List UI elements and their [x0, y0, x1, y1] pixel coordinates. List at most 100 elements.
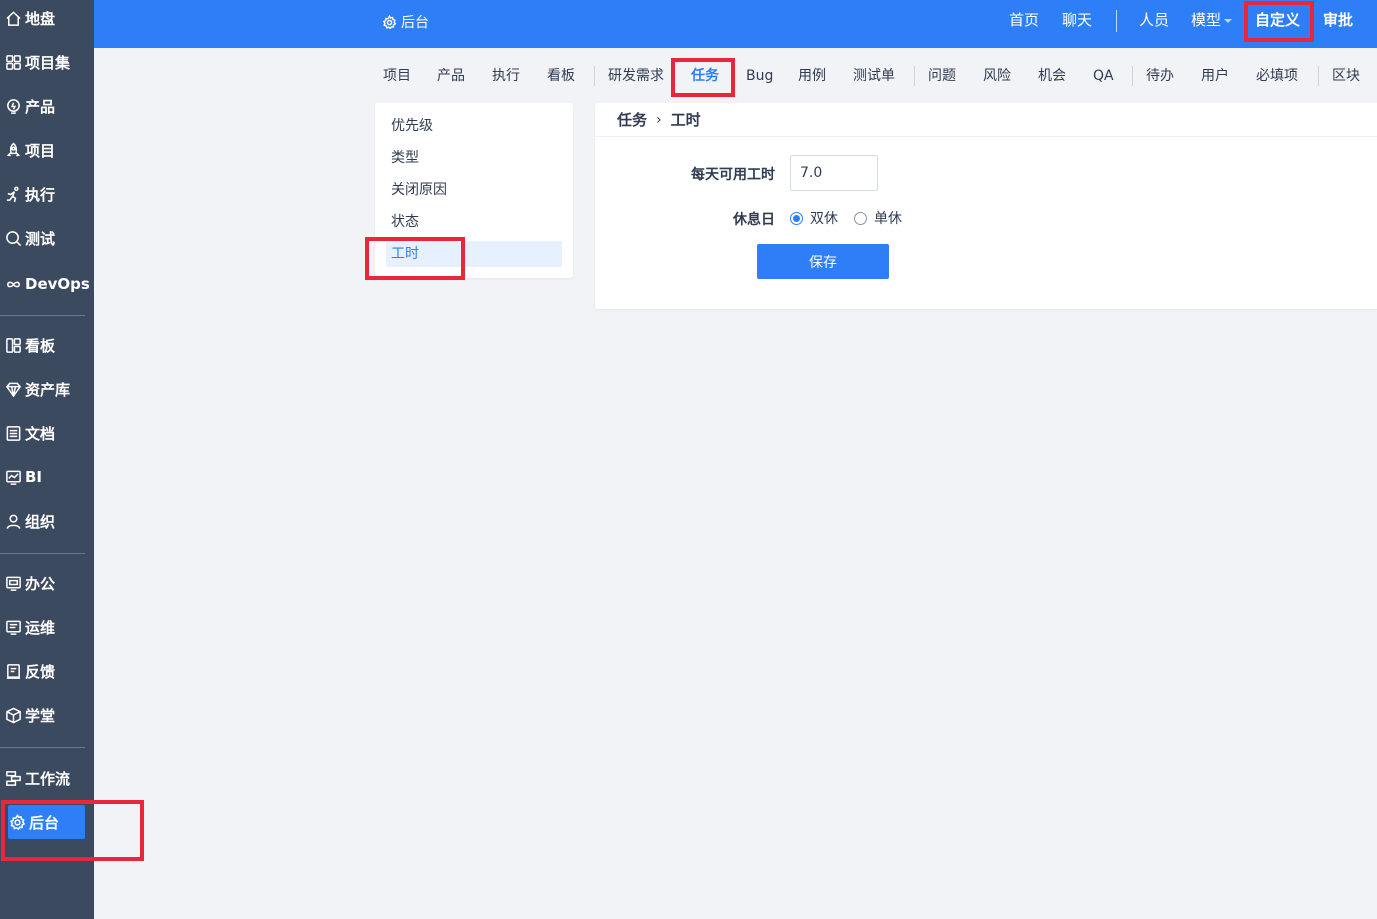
subnav-divider — [594, 66, 595, 86]
admin-breadcrumb-label: 后台 — [401, 15, 429, 31]
topnav-model[interactable]: 模型 — [1191, 0, 1233, 40]
subnav-story[interactable]: 研发需求 — [608, 60, 664, 92]
subnav-divider — [1132, 66, 1133, 86]
workflow-icon — [4, 769, 22, 787]
sidebar-item-label: 项目集 — [25, 53, 71, 72]
admin-breadcrumb[interactable]: 后台 — [382, 12, 429, 32]
sidebar-item-admin[interactable]: 后台 — [8, 805, 85, 839]
kanban-icon — [4, 336, 22, 354]
hours-per-day-input[interactable] — [790, 155, 878, 191]
topnav-home[interactable]: 首页 — [1009, 0, 1039, 40]
breadcrumb-current: 工时 — [670, 111, 701, 129]
radio-unchecked-icon — [854, 211, 867, 225]
sidebar-item-label: 项目 — [25, 141, 56, 160]
sidebar-item-label: 工作流 — [25, 769, 71, 788]
save-button[interactable]: 保存 — [757, 244, 889, 279]
subnav-issue[interactable]: 问题 — [928, 60, 956, 92]
topnav-chat[interactable]: 聊天 — [1062, 0, 1092, 40]
hours-settings-panel: 任务 › 工时 每天可用工时 休息日 双休 单休 保存 — [595, 103, 1377, 309]
subnav-risk[interactable]: 风险 — [983, 60, 1011, 92]
subnav-kanban[interactable]: 看板 — [547, 60, 575, 92]
sidebar-item-product[interactable]: 产品 — [0, 88, 94, 124]
sidebar-item-label: 测试 — [25, 229, 56, 248]
sidebar-item-office[interactable]: 办公 — [0, 565, 94, 601]
sidebar-item-org[interactable]: 组织 — [0, 503, 94, 539]
subnav-block[interactable]: 区块 — [1332, 60, 1360, 92]
sidebar-item-label: 地盘 — [25, 9, 56, 28]
menu-item-close-reason[interactable]: 关闭原因 — [386, 177, 562, 203]
subnav-todo[interactable]: 待办 — [1146, 60, 1174, 92]
sidebar-item-doc[interactable]: 文档 — [0, 415, 94, 451]
menu-item-type[interactable]: 类型 — [386, 145, 562, 171]
breadcrumb-parent: 任务 — [617, 111, 648, 129]
sidebar-item-assetlib[interactable]: 资产库 — [0, 371, 94, 407]
sidebar-item-program[interactable]: 项目集 — [0, 44, 94, 80]
running-icon — [4, 185, 22, 203]
breadcrumb-separator: › — [656, 111, 662, 128]
subnav-bug[interactable]: Bug — [746, 60, 773, 92]
bulb-icon — [4, 97, 22, 115]
sidebar-item-bi[interactable]: BI — [0, 459, 94, 495]
sidebar-item-label: 运维 — [25, 618, 56, 637]
sidebar-item-label: 学堂 — [25, 706, 56, 725]
subnav-project[interactable]: 项目 — [383, 60, 411, 92]
rest-day-option-label: 双休 — [810, 211, 838, 227]
top-bar: 后台 首页 聊天 人员 模型 自定义 审批 — [94, 0, 1377, 48]
gear-icon — [382, 14, 397, 29]
topnav-custom[interactable]: 自定义 — [1255, 0, 1300, 40]
topnav-approval[interactable]: 审批 — [1323, 0, 1353, 40]
sidebar-item-academy[interactable]: 学堂 — [0, 697, 94, 733]
topnav-people[interactable]: 人员 — [1139, 0, 1169, 40]
chevron-down-icon — [1224, 18, 1233, 23]
sidebar-item-workflow[interactable]: 工作流 — [0, 760, 94, 796]
user-icon — [4, 512, 22, 530]
subnav-task[interactable]: 任务 — [691, 60, 719, 92]
sidebar-item-project[interactable]: 项目 — [0, 132, 94, 168]
sidebar-item-label: BI — [25, 468, 43, 486]
infinity-icon — [4, 275, 22, 293]
sidebar-item-label: 组织 — [25, 512, 56, 531]
subnav-required[interactable]: 必填项 — [1256, 60, 1298, 92]
sidebar-item-label: 产品 — [25, 97, 56, 116]
ops-monitor-icon — [4, 618, 22, 636]
subnav-product[interactable]: 产品 — [437, 60, 465, 92]
sidebar-item-label: 看板 — [25, 336, 56, 355]
sidebar-item-my[interactable]: 地盘 — [0, 0, 94, 36]
subnav-execution[interactable]: 执行 — [492, 60, 520, 92]
menu-item-hours[interactable]: 工时 — [386, 241, 562, 267]
sidebar-divider — [0, 747, 85, 748]
subnav-user[interactable]: 用户 — [1201, 60, 1229, 92]
home-icon — [4, 9, 22, 27]
sidebar-item-label: DevOps — [25, 275, 90, 293]
hours-per-day-label: 每天可用工时 — [691, 167, 775, 183]
subnav-qa[interactable]: QA — [1093, 60, 1114, 92]
sidebar-item-feedback[interactable]: 反馈 — [0, 653, 94, 689]
sidebar-item-label: 办公 — [25, 574, 56, 593]
panel-breadcrumb: 任务 › 工时 — [595, 103, 1377, 137]
subnav-testtask[interactable]: 测试单 — [853, 60, 895, 92]
sidebar-item-label: 后台 — [29, 813, 60, 832]
sidebar-item-kanban[interactable]: 看板 — [0, 327, 94, 363]
menu-item-priority[interactable]: 优先级 — [386, 113, 562, 139]
menu-item-status[interactable]: 状态 — [386, 209, 562, 235]
sidebar-item-execution[interactable]: 执行 — [0, 176, 94, 212]
task-settings-menu: 优先级 类型 关闭原因 状态 工时 — [375, 103, 573, 278]
sidebar-item-test[interactable]: 测试 — [0, 220, 94, 256]
sidebar-item-ops[interactable]: 运维 — [0, 609, 94, 645]
cube-icon — [4, 706, 22, 724]
rest-day-label: 休息日 — [733, 212, 775, 228]
rest-day-radio-double[interactable]: 双休 — [790, 208, 838, 228]
sidebar-item-label: 文档 — [25, 424, 56, 443]
sidebar-item-label: 资产库 — [25, 380, 71, 399]
document-icon — [4, 424, 22, 442]
diamond-icon — [4, 380, 22, 398]
subnav-opportunity[interactable]: 机会 — [1038, 60, 1066, 92]
subnav-testcase[interactable]: 用例 — [798, 60, 826, 92]
rest-day-radio-single[interactable]: 单休 — [854, 208, 902, 228]
subnav-divider — [1318, 66, 1319, 86]
sidebar-item-devops[interactable]: DevOps — [0, 266, 94, 302]
rocket-icon — [4, 141, 22, 159]
sidebar: 地盘 项目集 产品 项目 执行 测试 DevOps 看板 资产库 文档 BI 组… — [0, 0, 94, 919]
sidebar-divider — [0, 315, 85, 316]
sidebar-divider — [0, 553, 85, 554]
